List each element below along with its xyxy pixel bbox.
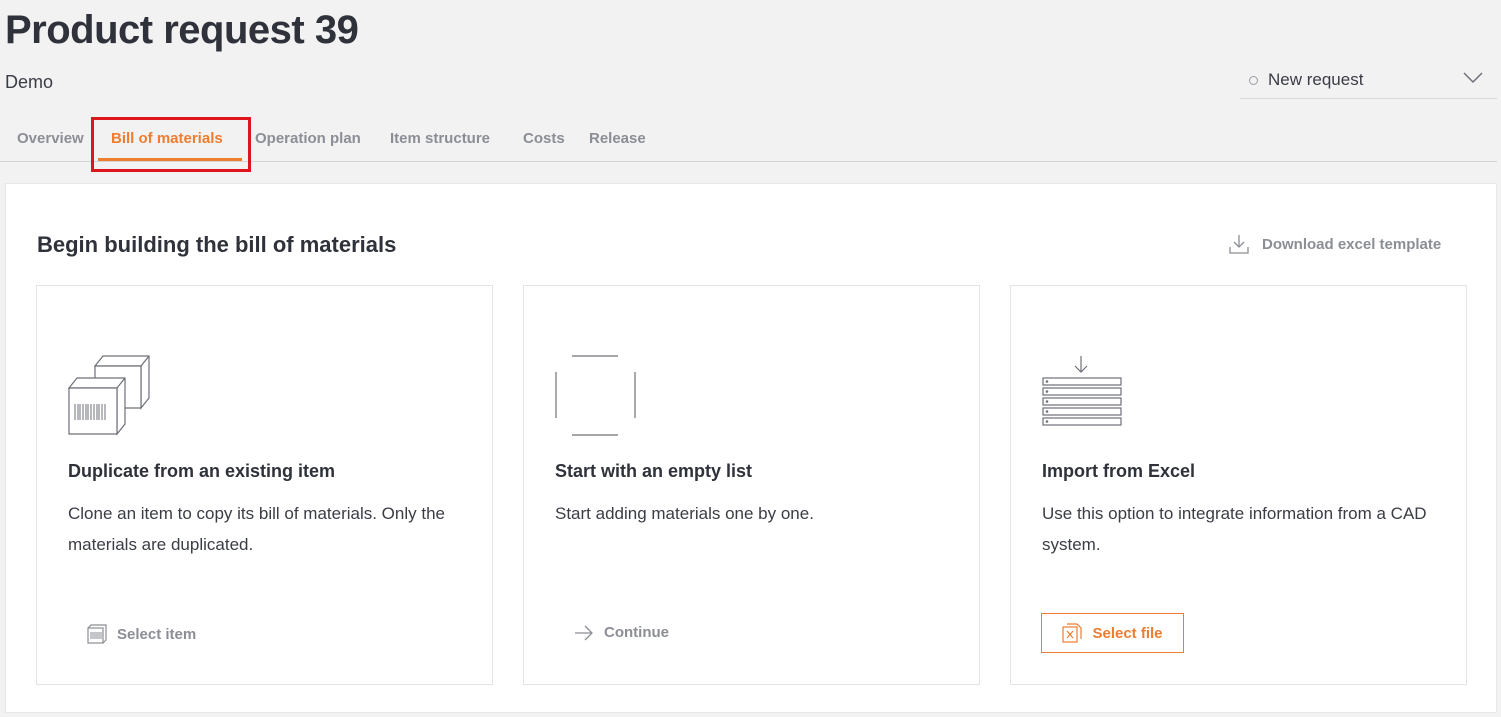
select-file-label: Select file	[1092, 624, 1163, 642]
import-list-icon	[1042, 356, 1122, 426]
download-template-link[interactable]: Download excel template	[1228, 233, 1441, 255]
select-item-button[interactable]: Select item	[87, 624, 196, 644]
arrow-right-icon	[575, 625, 593, 640]
download-icon	[1229, 235, 1249, 254]
card-description: Use this option to integrate information…	[1042, 504, 1427, 554]
card-title: Import from Excel	[1042, 461, 1196, 481]
tab-overview[interactable]: Overview	[17, 130, 84, 147]
continue-button[interactable]: Continue	[574, 624, 669, 641]
select-item-label: Select item	[117, 625, 197, 643]
continue-label: Continue	[604, 624, 669, 641]
tab-release[interactable]: Release	[589, 130, 646, 147]
card-description: Clone an item to copy its bill of materi…	[68, 504, 445, 554]
chevron-down-icon	[1463, 72, 1483, 84]
boxes-barcode-icon	[67, 355, 150, 436]
tab-costs[interactable]: Costs	[523, 130, 565, 147]
empty-list-icon	[555, 355, 636, 436]
card-description: Start adding materials one by one.	[555, 504, 814, 523]
download-template-label: Download excel template	[1262, 235, 1442, 253]
status-dropdown[interactable]: New request	[1240, 62, 1497, 99]
highlight-box	[91, 117, 251, 172]
card-empty-list: Start with an empty list Start adding ma…	[523, 285, 980, 685]
card-title: Start with an empty list	[555, 461, 753, 481]
status-indicator-icon	[1249, 75, 1258, 85]
excel-file-icon	[1062, 623, 1083, 643]
bom-panel: Begin building the bill of materials Dow…	[5, 183, 1497, 713]
tab-operation-plan[interactable]: Operation plan	[255, 130, 361, 147]
status-label: New request	[1268, 70, 1364, 89]
page-title: Product request 39	[5, 8, 359, 52]
panel-title: Begin building the bill of materials	[37, 232, 397, 257]
card-import-excel: Import from Excel Use this option to int…	[1010, 285, 1467, 685]
card-title: Duplicate from an existing item	[68, 461, 336, 481]
select-file-button[interactable]: Select file	[1041, 613, 1184, 653]
barcode-box-icon	[87, 624, 107, 644]
page-subtitle: Demo	[5, 72, 54, 92]
tab-item-structure[interactable]: Item structure	[390, 130, 490, 147]
card-duplicate: Duplicate from an existing item Clone an…	[36, 285, 493, 685]
